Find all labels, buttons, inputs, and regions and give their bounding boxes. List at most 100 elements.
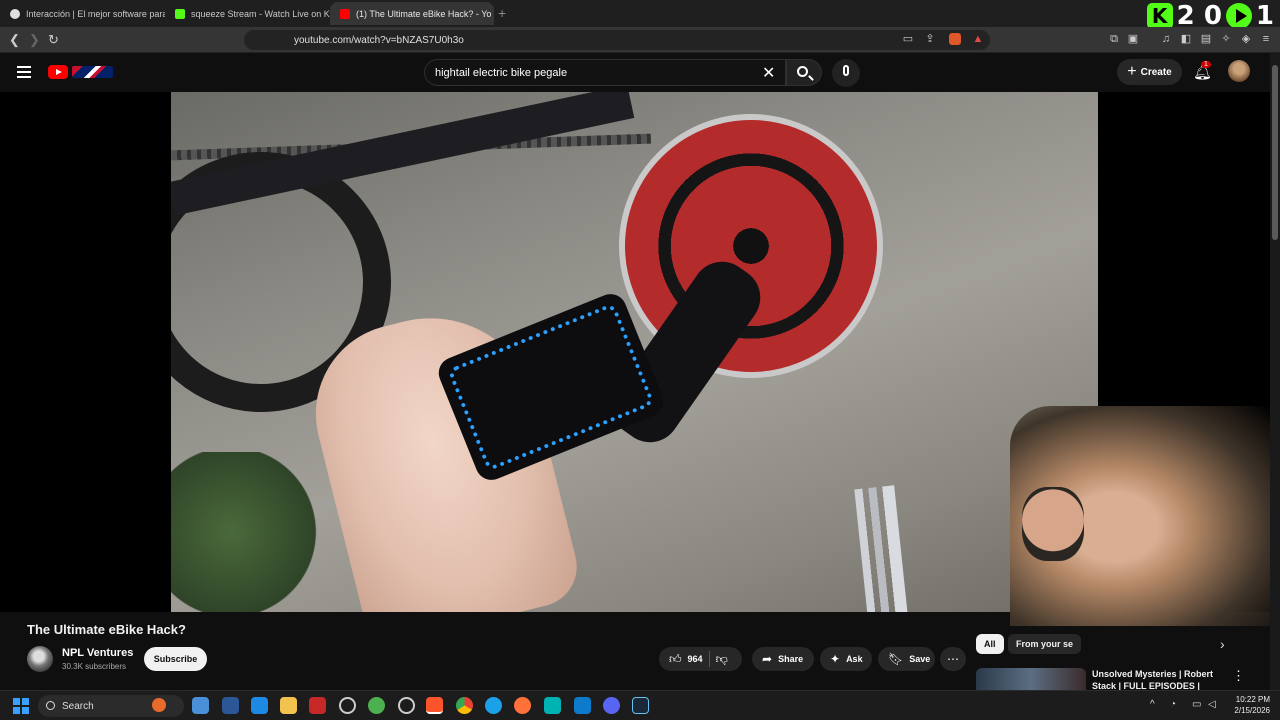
dislike-icon[interactable]: 👎︎ bbox=[716, 652, 728, 667]
vpn-icon[interactable]: ◈ bbox=[1240, 33, 1252, 45]
like-count[interactable]: 964 bbox=[688, 654, 703, 664]
screenshot-icon[interactable]: ▣ bbox=[1127, 33, 1139, 45]
ask-button[interactable]: ✦ Ask bbox=[820, 647, 872, 671]
brave-browser-icon[interactable] bbox=[426, 697, 443, 714]
discord-icon[interactable] bbox=[603, 697, 620, 714]
share-label: Share bbox=[778, 654, 804, 664]
microphone-icon bbox=[843, 65, 849, 76]
xbox-icon[interactable] bbox=[368, 697, 385, 714]
chevron-right-icon[interactable]: › bbox=[1220, 636, 1225, 652]
recommendation-thumbnail[interactable] bbox=[976, 668, 1086, 690]
search-input[interactable]: hightail electric bike pegale bbox=[424, 59, 786, 86]
vscode-icon[interactable] bbox=[574, 697, 591, 714]
close-tab-icon[interactable]: × bbox=[491, 8, 494, 20]
recommendation-title[interactable]: Unsolved Mysteries | Robert Stack | FULL… bbox=[1092, 668, 1216, 690]
search-icon bbox=[797, 66, 808, 77]
video-title: The Ultimate eBike Hack? bbox=[27, 622, 186, 637]
subscriber-count: 30.3K subscribers bbox=[62, 662, 127, 671]
reload-icon[interactable]: ↻ bbox=[48, 32, 59, 48]
app-icon-2[interactable] bbox=[251, 697, 268, 714]
url-text: youtube.com/watch?v=bNZAS7U0h3o bbox=[294, 34, 464, 46]
basketball-icon bbox=[152, 698, 166, 712]
clock-app-icon[interactable] bbox=[339, 697, 356, 714]
volume-icon[interactable]: ◁ bbox=[1208, 699, 1216, 710]
tab-label: Interacción | El mejor software para g bbox=[26, 8, 165, 19]
like-icon[interactable]: 👍︎ bbox=[669, 652, 682, 667]
new-tab-icon[interactable]: + bbox=[498, 5, 506, 21]
more-horiz-icon: ⋯ bbox=[947, 652, 959, 666]
extensions-icon[interactable]: ⧉ bbox=[1108, 33, 1120, 45]
clock-date: 2/15/2026 bbox=[1234, 706, 1270, 715]
app-icon-3[interactable] bbox=[544, 697, 561, 714]
channel-avatar[interactable] bbox=[27, 646, 53, 672]
edge-icon[interactable] bbox=[485, 697, 502, 714]
subscribe-button[interactable]: Subscribe bbox=[144, 647, 207, 671]
streamer-head bbox=[1022, 487, 1084, 561]
wallet-icon[interactable]: ▤ bbox=[1200, 33, 1212, 45]
play-circle-icon bbox=[1225, 3, 1252, 29]
chip-all[interactable]: All bbox=[976, 634, 1004, 654]
plus-icon: + bbox=[1127, 63, 1137, 80]
create-button[interactable]: + Create bbox=[1117, 59, 1182, 85]
more-actions-button[interactable]: ⋯ bbox=[940, 647, 966, 671]
page-scrollbar[interactable] bbox=[1270, 53, 1280, 690]
network-icon[interactable]: ▭ bbox=[1192, 699, 1201, 710]
app-icon-1[interactable] bbox=[222, 697, 239, 714]
save-label: Save bbox=[909, 654, 931, 664]
search-button[interactable] bbox=[786, 59, 822, 86]
tab-kick-stream[interactable]: squeeze Stream - Watch Live on Kick bbox=[165, 2, 330, 25]
search-query: hightail electric bike pegale bbox=[435, 66, 568, 79]
tray-expand-icon[interactable]: ^ bbox=[1150, 699, 1155, 710]
task-view-icon[interactable] bbox=[192, 697, 209, 714]
windows-taskbar: Search ^ ◔ ▭ ◁ 10:22 PM 2/15/2026 bbox=[0, 690, 1280, 720]
chrome-icon[interactable] bbox=[456, 697, 473, 714]
share-button[interactable]: ➦ Share bbox=[752, 647, 814, 671]
youtube-header: hightail electric bike pegale ✕ + Create… bbox=[0, 53, 1280, 92]
kick-favicon-icon bbox=[175, 8, 185, 19]
share-icon: ➦ bbox=[762, 652, 773, 666]
share-page-icon[interactable]: ⇪ bbox=[924, 33, 936, 45]
youtube-logo-icon[interactable] bbox=[48, 65, 68, 79]
ask-label: Ask bbox=[846, 654, 863, 664]
file-explorer-icon[interactable] bbox=[280, 697, 297, 714]
taskbar-search-label: Search bbox=[62, 700, 94, 712]
brave-shields-icon[interactable] bbox=[949, 33, 961, 45]
voice-search-button[interactable] bbox=[832, 59, 860, 87]
tab-youtube-video[interactable]: (1) The Ultimate eBike Hack? - Yo × bbox=[330, 2, 494, 25]
windows-start-icon[interactable] bbox=[13, 698, 29, 714]
channel-name[interactable]: NPL Ventures bbox=[62, 647, 133, 659]
back-icon[interactable]: ❮ bbox=[9, 32, 20, 48]
clear-search-icon[interactable]: ✕ bbox=[762, 63, 775, 83]
forward-icon[interactable]: ❯ bbox=[29, 32, 40, 48]
video-player[interactable] bbox=[0, 92, 1270, 626]
divider bbox=[708, 651, 710, 667]
url-bar[interactable]: youtube.com/watch?v=bNZAS7U0h3o bbox=[244, 30, 990, 50]
sidebar-icon[interactable]: ◧ bbox=[1180, 33, 1192, 45]
github-icon[interactable] bbox=[398, 697, 415, 714]
country-flag-icon bbox=[72, 66, 113, 78]
more-vert-icon[interactable]: ⋮ bbox=[1232, 668, 1245, 684]
netflix-icon[interactable] bbox=[309, 697, 326, 714]
sparkle-icon: ✦ bbox=[830, 652, 841, 666]
cast-icon[interactable]: ▭ bbox=[902, 33, 914, 45]
taskbar-clock[interactable]: 10:22 PM 2/15/2026 bbox=[1226, 694, 1270, 716]
leo-ai-icon[interactable]: ✧ bbox=[1220, 33, 1232, 45]
bookmark-save-icon: 🔖︎ bbox=[888, 652, 904, 666]
address-bar-row: ❮ ❯ ↻ ☐ youtube.com/watch?v=bNZAS7U0h3o … bbox=[0, 27, 1280, 53]
tray-app-icon[interactable]: ◔ bbox=[1170, 699, 1176, 710]
brave-rewards-icon[interactable]: ▲ bbox=[972, 33, 984, 45]
create-label: Create bbox=[1140, 66, 1172, 78]
hex-keys bbox=[854, 485, 908, 612]
tab-interaccion[interactable]: Interacción | El mejor software para g bbox=[0, 2, 165, 25]
hamburger-menu-icon[interactable] bbox=[17, 66, 31, 78]
chip-from-your-search[interactable]: From your se bbox=[1008, 634, 1082, 654]
steam-icon[interactable] bbox=[632, 697, 649, 714]
scrollbar-thumb[interactable] bbox=[1272, 65, 1278, 240]
firefox-icon[interactable] bbox=[514, 697, 531, 714]
video-frame[interactable] bbox=[171, 92, 1098, 612]
menu-icon[interactable]: ≡ bbox=[1260, 33, 1272, 45]
media-icon[interactable]: ♫ bbox=[1160, 33, 1172, 45]
user-avatar[interactable] bbox=[1228, 60, 1250, 82]
grass-patch bbox=[171, 452, 321, 612]
save-button[interactable]: 🔖︎ Save bbox=[878, 647, 935, 671]
